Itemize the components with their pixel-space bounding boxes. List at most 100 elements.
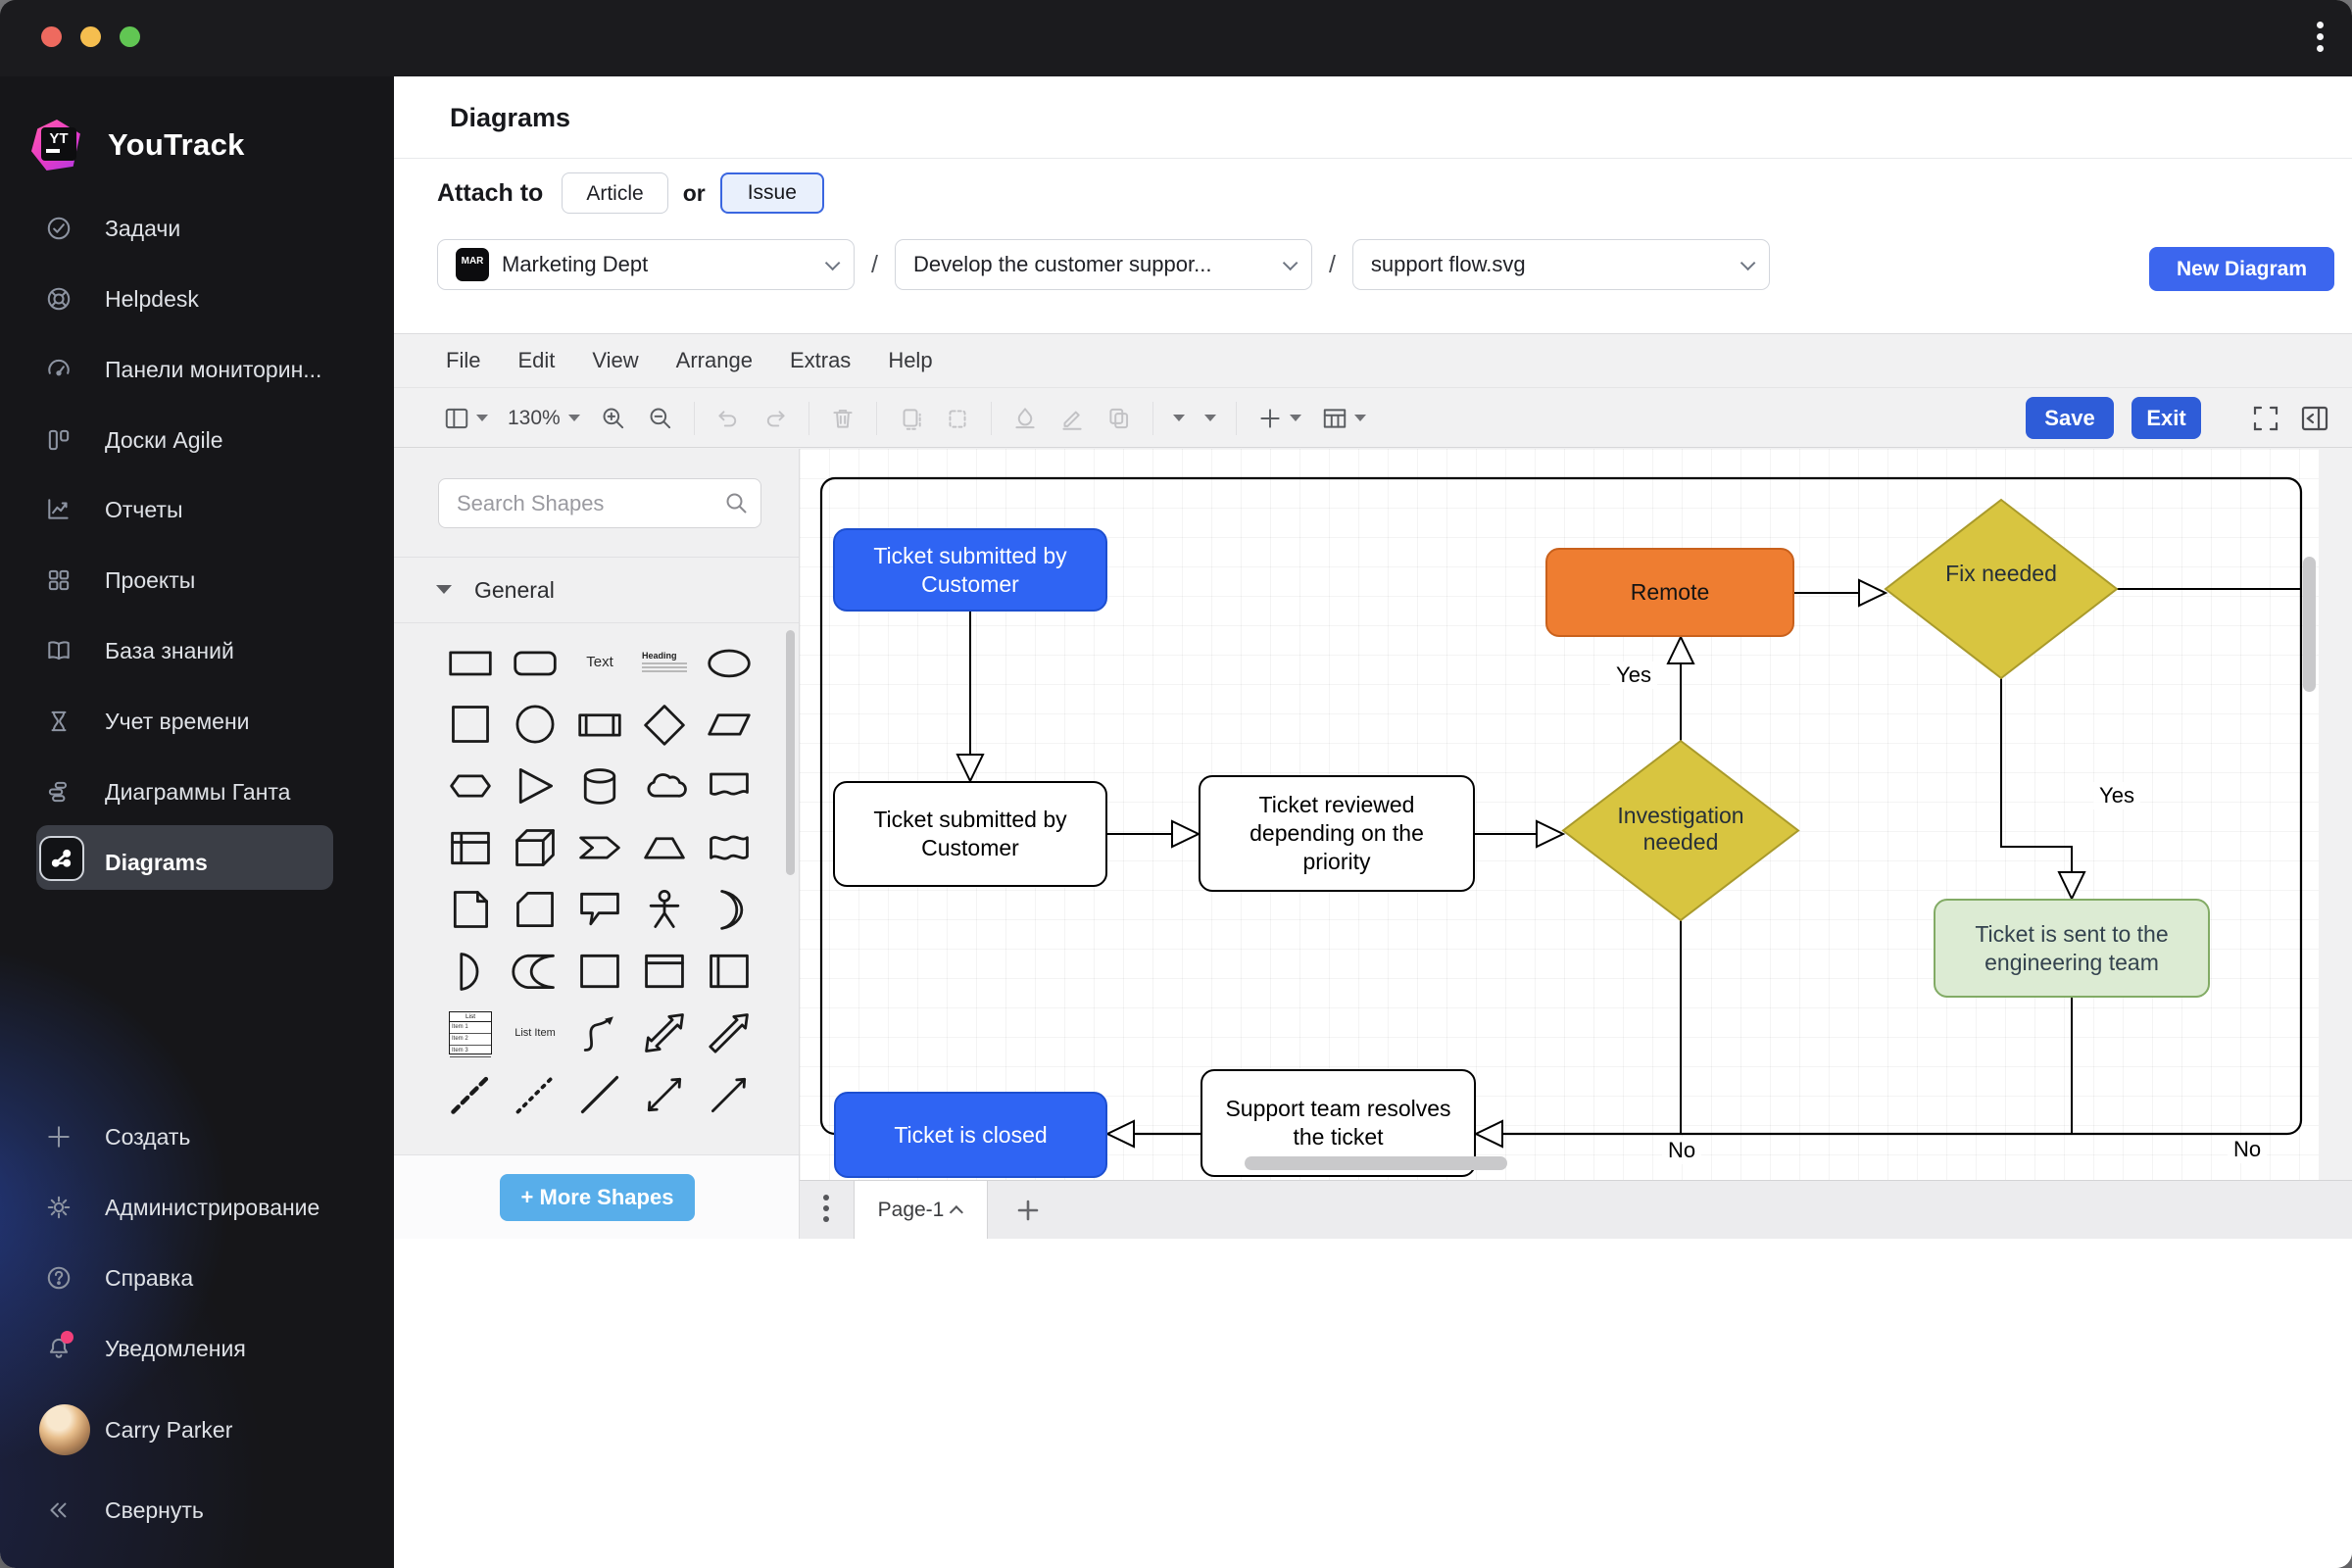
shape-rounded-rectangle[interactable] [503,631,567,693]
node-submitted-blue[interactable]: Ticket submitted by Customer [833,528,1107,612]
collapse-panel-icon[interactable] [2299,403,2330,434]
menu-extras[interactable]: Extras [790,348,851,373]
exit-button[interactable]: Exit [2132,397,2201,439]
shape-cylinder[interactable] [567,755,632,816]
section-general[interactable]: General [394,558,799,622]
node-engineering[interactable]: Ticket is sent to the engineering team [1934,899,2210,998]
sidebar-item-agile-boards[interactable]: Доски Agile [0,413,394,467]
search-shapes-input[interactable] [438,478,761,528]
attach-article-button[interactable]: Article [562,172,667,214]
node-closed[interactable]: Ticket is closed [834,1092,1107,1178]
youtrack-logo[interactable]: YT YouTrack [29,110,245,180]
canvas-vertical-scrollbar[interactable] [2303,557,2316,692]
menu-view[interactable]: View [592,348,638,373]
zoom-window-button[interactable] [120,26,140,47]
sidebar-item-tasks[interactable]: Задачи [0,201,394,256]
waypoint-style-dropdown[interactable] [1204,415,1216,421]
shape-text[interactable]: Text [567,631,632,693]
sidebar-item-administration[interactable]: Администрирование [0,1180,394,1235]
copy-button[interactable] [897,405,924,432]
shape-cube[interactable] [503,816,567,878]
shape-diamond[interactable] [632,693,697,755]
sidebar-item-diagrams[interactable]: Diagrams [0,831,394,894]
shape-document[interactable] [697,755,761,816]
shape-arrow[interactable] [697,1002,761,1063]
zoom-in-button[interactable] [600,405,627,432]
delete-button[interactable] [829,405,857,432]
edit-style-button[interactable] [1058,405,1086,432]
shape-bidirectional-connector[interactable] [632,1063,697,1125]
sidebar-item-profile[interactable]: Carry Parker [0,1402,394,1457]
table-dropdown[interactable] [1321,405,1366,432]
shape-process[interactable] [567,693,632,755]
sidebar-item-collapse[interactable]: Свернуть [0,1483,394,1538]
insert-dropdown[interactable] [1256,405,1301,432]
save-button[interactable]: Save [2026,397,2114,439]
pages-menu-icon[interactable] [823,1195,829,1227]
shape-tape[interactable] [697,816,761,878]
shape-horizontal-container[interactable] [697,940,761,1002]
shape-step[interactable] [567,816,632,878]
shape-callout[interactable] [567,878,632,940]
attach-issue-button[interactable]: Issue [720,172,824,214]
shape-cloud[interactable] [632,755,697,816]
close-window-button[interactable] [41,26,62,47]
shape-line[interactable] [567,1063,632,1125]
shape-rectangle[interactable] [438,631,503,693]
shape-directional-connector[interactable] [697,1063,761,1125]
shape-parallelogram[interactable] [697,693,761,755]
menu-help[interactable]: Help [888,348,932,373]
sidebar-item-helpdesk[interactable]: Helpdesk [0,271,394,326]
tab-page-1[interactable]: Page-1 [854,1181,988,1239]
fullscreen-icon[interactable] [2250,403,2281,434]
window-overflow-menu-icon[interactable] [2315,22,2325,57]
connection-style-dropdown[interactable] [1173,415,1185,421]
toggle-panel-button[interactable] [443,405,488,432]
shape-triangle[interactable] [503,755,567,816]
shape-list-item[interactable]: List Item [503,1002,567,1063]
sidebar-item-knowledge-base[interactable]: База знаний [0,623,394,678]
shape-vertical-container[interactable] [632,940,697,1002]
node-remote[interactable]: Remote [1545,548,1794,637]
shape-circle[interactable] [503,693,567,755]
menu-file[interactable]: File [446,348,480,373]
new-diagram-button[interactable]: New Diagram [2149,247,2334,291]
shape-bidirectional-arrow[interactable] [632,1002,697,1063]
minimize-window-button[interactable] [80,26,101,47]
menu-edit[interactable]: Edit [517,348,555,373]
shape-or[interactable] [697,878,761,940]
sidebar-item-projects[interactable]: Проекты [0,553,394,608]
shadow-button[interactable] [1105,405,1133,432]
project-dropdown[interactable]: MAR Marketing Dept [437,239,855,290]
fill-color-button[interactable] [1011,405,1039,432]
shape-dotted-line[interactable] [503,1063,567,1125]
shape-actor[interactable] [632,878,697,940]
shape-heading[interactable]: Heading [632,631,697,693]
sidebar-item-dashboards[interactable]: Панели мониторин... [0,342,394,397]
diagram-canvas[interactable]: Ticket submitted by Customer Ticket submi… [800,449,2319,1180]
shape-note[interactable] [438,878,503,940]
redo-button[interactable] [761,405,789,432]
shape-ellipse[interactable] [697,631,761,693]
shape-data-storage[interactable] [503,940,567,1002]
shape-hexagon[interactable] [438,755,503,816]
shape-curve[interactable] [567,1002,632,1063]
sidebar-item-reports[interactable]: Отчеты [0,482,394,537]
sidebar-item-create[interactable]: Создать [0,1109,394,1164]
sidebar-item-gantt[interactable]: Диаграммы Ганта [0,764,394,819]
sidebar-item-time-tracking[interactable]: Учет времени [0,694,394,749]
shape-container[interactable] [567,940,632,1002]
file-dropdown[interactable]: support flow.svg [1352,239,1770,290]
sidebar-item-notifications[interactable]: Уведомления [0,1321,394,1376]
node-submitted-white[interactable]: Ticket submitted by Customer [833,781,1107,887]
paste-button[interactable] [944,405,971,432]
undo-button[interactable] [714,405,742,432]
shape-list[interactable]: ListItem 1Item 2Item 3 [438,1002,503,1063]
node-reviewed[interactable]: Ticket reviewed depending on the priorit… [1199,775,1475,892]
canvas-horizontal-scrollbar[interactable] [1245,1156,1507,1170]
shape-internal-storage[interactable] [438,816,503,878]
add-page-button[interactable] [1013,1181,1043,1239]
panel-scrollbar[interactable] [786,630,795,875]
shape-card[interactable] [503,878,567,940]
menu-arrange[interactable]: Arrange [676,348,753,373]
